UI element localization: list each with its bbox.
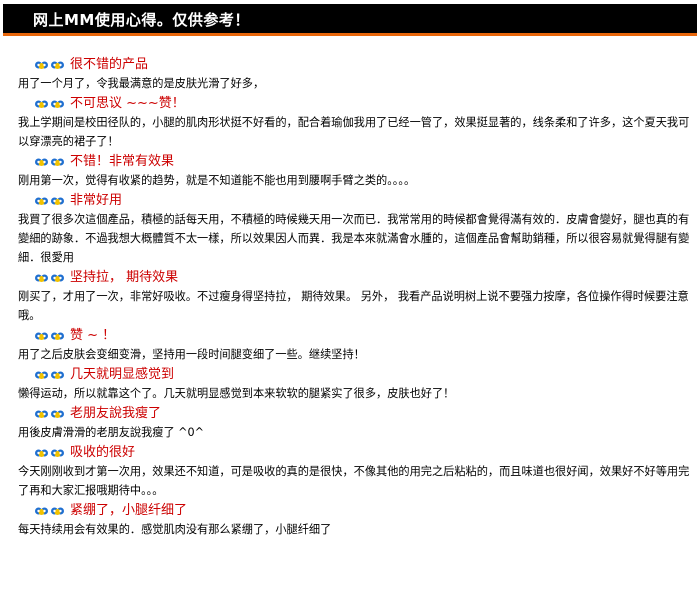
review-body: 刚用第一次，觉得有收紧的趋势，就是不知道能不能也用到腰啊手臂之类的。。。。 <box>18 174 416 187</box>
smiley-icon <box>51 332 64 340</box>
smiley-icon <box>51 410 64 418</box>
smiley-icon <box>35 158 48 166</box>
smiley-icon <box>51 61 64 69</box>
smiley-icon <box>35 449 48 457</box>
review-item: 老朋友說我瘦了 用後皮膚滑滑的老朋友說我瘦了 ^0^ <box>18 404 693 442</box>
smiley-icon <box>35 274 48 282</box>
review-item: 紧绷了，小腿纤细了 每天持续用会有效果的．感觉肌肉没有那么紧绷了，小腿纤细了 <box>18 501 693 539</box>
review-header: 几天就明显感觉到 <box>18 365 693 384</box>
review-header: 很不错的产品 <box>18 55 693 74</box>
review-header: 非常好用 <box>18 191 693 210</box>
review-item: 几天就明显感觉到 懒得运动，所以就靠这个了。几天就明显感觉到本来软软的腿紧实了很… <box>18 365 693 403</box>
review-item: 吸收的很好 今天刚刚收到才第一次用，效果还不知道，可是吸收的真的是很快，不像其他… <box>18 443 693 500</box>
smiley-icon <box>51 449 64 457</box>
smiley-icons <box>34 97 66 111</box>
review-body: 懒得运动，所以就靠这个了。几天就明显感觉到本来软软的腿紧实了很多，皮肤也好了！ <box>18 387 455 400</box>
review-body: 用了之后皮肤会变细变滑，坚持用一段时间腿变细了一些。继续坚持！ <box>18 348 365 361</box>
smiley-icons <box>34 155 66 169</box>
review-body: 用後皮膚滑滑的老朋友說我瘦了 ^0^ <box>18 426 205 439</box>
review-body: 我上学期间是校田径队的，小腿的肌肉形状挺不好看的，配合着瑜伽我用了已经一管了，效… <box>18 116 690 148</box>
review-body: 用了一个月了，令我最满意的是皮肤光滑了好多， <box>18 77 265 90</box>
review-title: 几天就明显感觉到 <box>70 367 175 382</box>
smiley-icons <box>34 271 66 285</box>
review-header: 老朋友說我瘦了 <box>18 404 693 423</box>
smiley-icon <box>35 332 48 340</box>
review-header: 不可思议 ~~~赞！ <box>18 94 693 113</box>
smiley-icon <box>35 61 48 69</box>
smiley-icon <box>35 371 48 379</box>
smiley-icon <box>35 197 48 205</box>
review-item: 不错！非常有效果 刚用第一次，觉得有收紧的趋势，就是不知道能不能也用到腰啊手臂之… <box>18 152 693 190</box>
review-title: 不错！非常有效果 <box>70 154 175 169</box>
smiley-icons <box>34 194 66 208</box>
smiley-icons <box>34 58 66 72</box>
review-title: 吸收的很好 <box>70 445 136 460</box>
smiley-icon <box>35 100 48 108</box>
smiley-icons <box>34 368 66 382</box>
review-body: 刚买了，才用了一次，非常好吸收。不过瘦身得坚持拉， 期待效果。 另外， 我看产品… <box>18 290 689 322</box>
review-body: 我買了很多次這個產品，積極的話每天用，不積極的時候幾天用一次而已．我常常用的時候… <box>18 213 690 264</box>
smiley-icon <box>35 410 48 418</box>
review-item: 赞 ~ ！ 用了之后皮肤会变细变滑，坚持用一段时间腿变细了一些。继续坚持！ <box>18 326 693 364</box>
review-title: 赞 ~ ！ <box>70 328 116 343</box>
smiley-icon <box>51 158 64 166</box>
smiley-icon <box>35 507 48 515</box>
smiley-icons <box>34 504 66 518</box>
review-header: 坚持拉， 期待效果 <box>18 268 693 287</box>
review-item: 坚持拉， 期待效果 刚买了，才用了一次，非常好吸收。不过瘦身得坚持拉， 期待效果… <box>18 268 693 325</box>
review-body: 每天持续用会有效果的．感觉肌肉没有那么紧绷了，小腿纤细了 <box>18 523 332 536</box>
review-title: 紧绷了，小腿纤细了 <box>70 503 188 518</box>
review-body: 今天刚刚收到才第一次用，效果还不知道，可是吸收的真的是很快，不像其他的用完之后粘… <box>18 465 690 497</box>
review-header: 不错！非常有效果 <box>18 152 693 171</box>
review-title: 很不错的产品 <box>70 57 149 72</box>
review-title: 坚持拉， 期待效果 <box>70 270 179 285</box>
smiley-icon <box>51 100 64 108</box>
smiley-icons <box>34 446 66 460</box>
smiley-icon <box>51 507 64 515</box>
review-title: 非常好用 <box>70 193 123 208</box>
smiley-icons <box>34 407 66 421</box>
page-header: 网上MM使用心得。仅供参考！ <box>3 4 697 36</box>
smiley-icon <box>51 274 64 282</box>
review-header: 赞 ~ ！ <box>18 326 693 345</box>
smiley-icon <box>51 371 64 379</box>
review-title: 不可思议 ~~~赞！ <box>70 96 185 111</box>
review-item: 非常好用 我買了很多次這個產品，積極的話每天用，不積極的時候幾天用一次而已．我常… <box>18 191 693 267</box>
smiley-icon <box>51 197 64 205</box>
review-header: 紧绷了，小腿纤细了 <box>18 501 693 520</box>
page-title: 网上MM使用心得。仅供参考！ <box>33 11 250 29</box>
review-title: 老朋友說我瘦了 <box>70 406 162 421</box>
smiley-icons <box>34 329 66 343</box>
review-item: 不可思议 ~~~赞！ 我上学期间是校田径队的，小腿的肌肉形状挺不好看的，配合着瑜… <box>18 94 693 151</box>
review-header: 吸收的很好 <box>18 443 693 462</box>
review-item: 很不错的产品 用了一个月了，令我最满意的是皮肤光滑了好多， <box>18 55 693 93</box>
review-list: 很不错的产品 用了一个月了，令我最满意的是皮肤光滑了好多， 不可思议 ~~~赞！… <box>18 55 693 540</box>
